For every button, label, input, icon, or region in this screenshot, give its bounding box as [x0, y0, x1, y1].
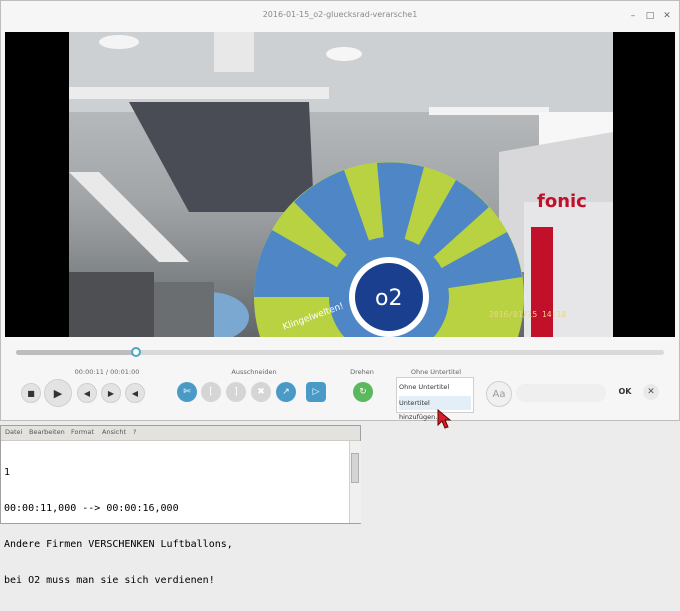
subtitle-font-button[interactable]: Aa: [486, 381, 512, 407]
menu-format[interactable]: Format: [71, 428, 94, 436]
mark-in-button[interactable]: [: [201, 382, 221, 402]
menu-edit[interactable]: Bearbeiten: [29, 428, 65, 436]
time-display: 00:00:11 / 00:01:00: [74, 368, 140, 376]
delete-segment-button[interactable]: ✖: [251, 382, 271, 402]
maximize-button[interactable]: □: [644, 10, 656, 22]
text-line: Andere Firmen VERSCHENKEN Luftballons,: [4, 539, 233, 550]
film-icon: ▷: [312, 387, 320, 397]
window-title: 2016-01-15_o2-gluecksrad-verarsche1: [262, 10, 418, 19]
mark-out-button[interactable]: ]: [226, 382, 246, 402]
split-icon: ↗: [282, 387, 290, 397]
play-icon: ▶: [53, 386, 63, 400]
close-button[interactable]: ✕: [643, 384, 659, 400]
speaker-icon: ◀: [131, 388, 139, 398]
mark-out-icon: ]: [234, 387, 238, 397]
text-line: bei O2 muss man sie sich verdienen!: [4, 575, 215, 586]
trash-icon: ✖: [257, 387, 265, 397]
video-timestamp: 2016/01/15 14:18: [489, 310, 566, 319]
cut-tool-button[interactable]: ✄: [177, 382, 197, 402]
mouse-cursor-icon: [437, 409, 452, 429]
video-scene: fonic o2 Klingelwelten! 2016/01/15 14:18: [69, 32, 613, 337]
close-window-button[interactable]: ✕: [661, 10, 673, 22]
rotate-button[interactable]: ↻: [353, 382, 373, 402]
editor-text-area[interactable]: 1 00:00:11,000 --> 00:00:16,000 Andere F…: [4, 443, 344, 611]
scissors-icon: ✄: [183, 387, 191, 397]
volume-button[interactable]: ◀: [125, 383, 145, 403]
prev-frame-button[interactable]: ◀: [77, 383, 97, 403]
preview-clip-button[interactable]: ▷: [306, 382, 326, 402]
brand-sign: fonic: [537, 191, 587, 212]
rotate-icon: ↻: [359, 387, 367, 397]
seek-handle[interactable]: [131, 347, 141, 357]
editor-menu-bar: Datei Bearbeiten Format Ansicht ?: [1, 426, 360, 441]
video-preview[interactable]: fonic o2 Klingelwelten! 2016/01/15 14:18: [5, 32, 675, 337]
subtitle-option-add[interactable]: Untertitel hinzufügen...: [399, 396, 471, 421]
menu-view[interactable]: Ansicht: [102, 428, 126, 436]
cut-section-label: Ausschneiden: [231, 368, 277, 376]
subtitle-option-none[interactable]: Ohne Untertitel: [399, 380, 471, 394]
play-button[interactable]: ▶: [44, 379, 72, 407]
menu-help[interactable]: ?: [133, 428, 136, 436]
text-line: 1: [4, 467, 11, 478]
wheel-logo: o2: [375, 286, 402, 311]
step-back-icon: ◀: [83, 388, 91, 398]
seek-bar-played: [16, 350, 137, 355]
ceiling-panel: [129, 102, 314, 212]
subtitle-section-label: Ohne Untertitel: [410, 368, 462, 376]
video-editor-window: 2016-01-15_o2-gluecksrad-verarsche1 – □ …: [0, 0, 680, 429]
title-bar: 2016-01-15_o2-gluecksrad-verarsche1 – □ …: [1, 1, 679, 31]
ok-button[interactable]: OK: [612, 382, 638, 402]
minimize-button[interactable]: –: [627, 10, 639, 22]
split-button[interactable]: ↗: [276, 382, 296, 402]
subtitle-dropdown[interactable]: Ohne Untertitel Untertitel hinzufügen...: [396, 377, 474, 421]
stop-icon: ■: [27, 388, 35, 398]
text-line: 00:00:11,000 --> 00:00:16,000: [4, 503, 179, 514]
step-forward-icon: ▶: [107, 388, 115, 398]
next-frame-button[interactable]: ▶: [101, 383, 121, 403]
subtitle-text-editor: Datei Bearbeiten Format Ansicht ? 1 00:0…: [0, 425, 361, 586]
rotate-section-label: Drehen: [350, 368, 374, 376]
mark-in-icon: [: [209, 387, 213, 397]
scrollbar-thumb[interactable]: [351, 453, 359, 483]
menu-file[interactable]: Datei: [5, 428, 22, 436]
subtitle-text-input[interactable]: [516, 384, 606, 402]
video-frame: fonic o2 Klingelwelten! 2016/01/15 14:18: [69, 32, 613, 337]
stop-button[interactable]: ■: [21, 383, 41, 403]
